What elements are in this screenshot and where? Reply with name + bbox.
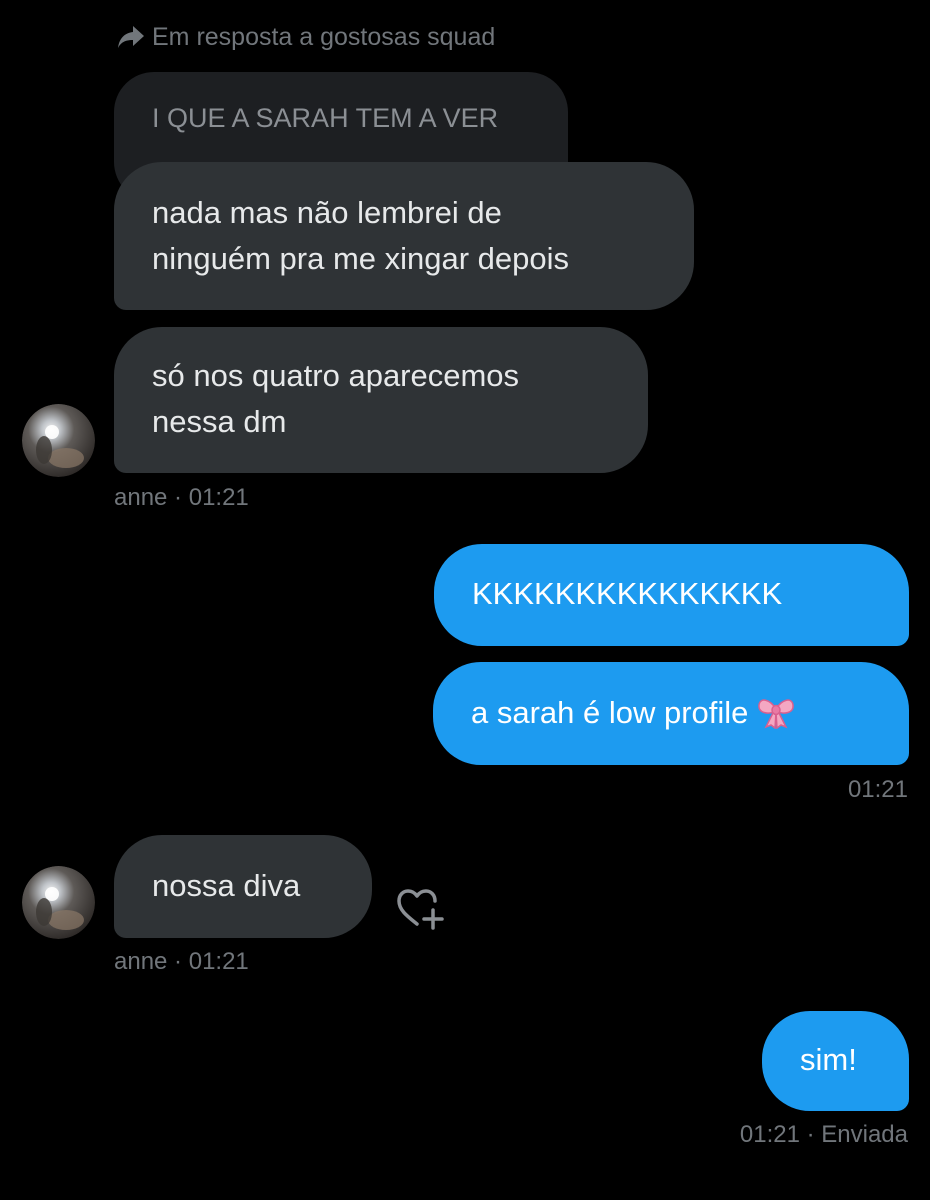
message-meta: anne · 01:21 bbox=[114, 483, 249, 513]
received-message-bubble[interactable]: nossa diva bbox=[114, 835, 372, 938]
sent-message-bubble[interactable]: a sarah é low profile bbox=[433, 662, 909, 765]
sender-avatar[interactable] bbox=[22, 404, 95, 477]
message-time: 01:21 bbox=[188, 484, 249, 511]
reply-context-text: Em resposta a gostosas squad bbox=[152, 22, 496, 51]
message-line: nada mas não lembrei de bbox=[152, 195, 502, 230]
meta-separator: · bbox=[799, 1121, 822, 1148]
sender-avatar[interactable] bbox=[22, 866, 95, 939]
message-meta: anne · 01:21 bbox=[114, 947, 249, 977]
received-message-bubble[interactable]: nada mas não lembrei de ninguém pra me x… bbox=[114, 162, 694, 310]
message-text: nossa diva bbox=[152, 868, 301, 903]
message-time: 01:21 bbox=[739, 1121, 800, 1148]
received-message-bubble[interactable]: só nos quatro aparecemos nessa dm bbox=[114, 327, 648, 473]
delivery-status: Enviada bbox=[821, 1121, 908, 1148]
message-time: 01:21 bbox=[847, 776, 908, 803]
message-text: KKKKKKKKKKKKKKK bbox=[472, 576, 783, 611]
sender-name: anne bbox=[114, 948, 168, 975]
message-text: a sarah é low profile bbox=[471, 695, 749, 730]
meta-separator: · bbox=[167, 484, 189, 511]
message-meta: 01:21 · Enviada bbox=[740, 1120, 908, 1150]
add-reaction-heart-icon[interactable] bbox=[393, 884, 445, 936]
ribbon-emoji-icon bbox=[756, 693, 796, 742]
sent-message-bubble[interactable]: KKKKKKKKKKKKKKK bbox=[434, 544, 909, 646]
sent-message-bubble[interactable]: sim! bbox=[762, 1011, 909, 1111]
message-text: sim! bbox=[800, 1042, 857, 1077]
sender-name: anne bbox=[114, 484, 168, 511]
message-line: só nos quatro aparecemos bbox=[152, 358, 520, 393]
quoted-message-text: I QUE A SARAH TEM A VER bbox=[152, 103, 499, 133]
reply-arrow-icon bbox=[116, 24, 146, 50]
reply-context-header[interactable]: Em resposta a gostosas squad bbox=[116, 20, 495, 54]
message-line: ninguém pra me xingar depois bbox=[152, 241, 570, 276]
message-line: nessa dm bbox=[152, 404, 287, 439]
meta-separator: · bbox=[167, 948, 189, 975]
message-meta: 01:21 bbox=[848, 775, 908, 805]
message-time: 01:21 bbox=[188, 948, 249, 975]
